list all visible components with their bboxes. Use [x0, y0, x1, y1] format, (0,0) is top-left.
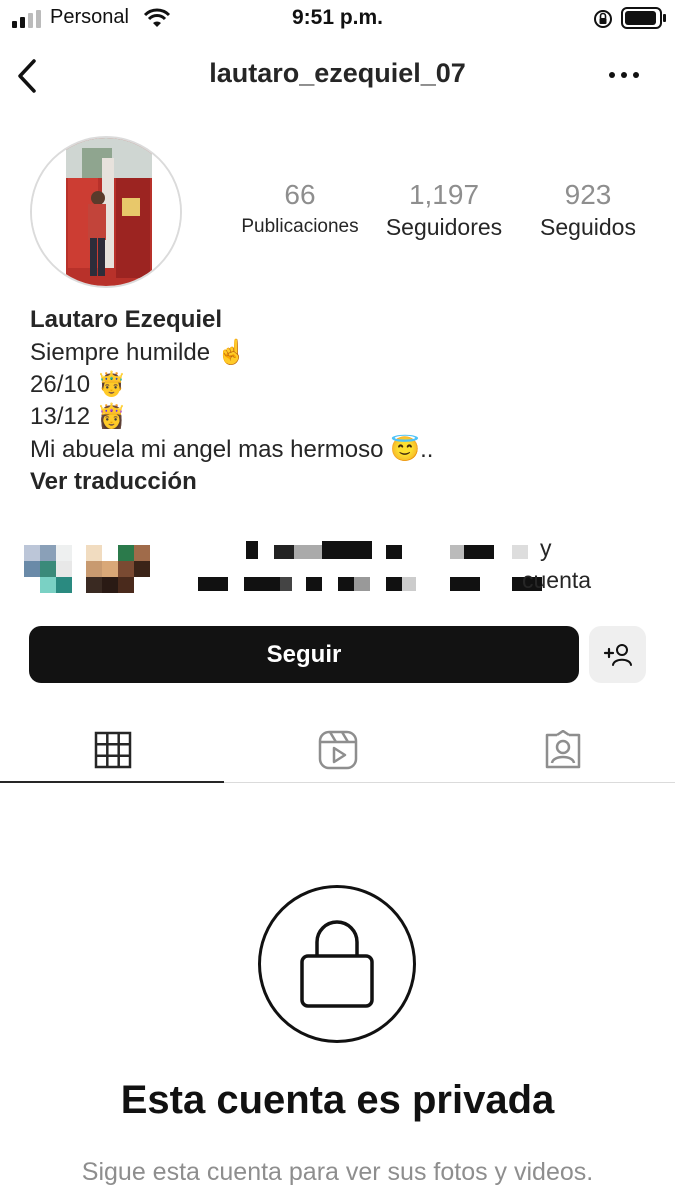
bio-line-4-suffix: ..	[420, 436, 434, 463]
bio-line-1: Siempre humilde ☝️	[30, 337, 247, 369]
followed-by-avatars[interactable]	[24, 545, 154, 593]
bio-line-4: Mi abuela mi angel mas hermoso 😇..	[30, 434, 433, 466]
private-lock-badge	[258, 885, 416, 1043]
private-account-title: Esta cuenta es privada	[120, 1078, 555, 1122]
stat-posts[interactable]: 66 Publicaciones	[230, 178, 370, 242]
tab-reels[interactable]	[225, 720, 450, 780]
stat-followers-value: 1,197	[408, 179, 480, 210]
prince-emoji: 🤴	[96, 371, 127, 398]
bio-line-2: 26/10 🤴	[30, 369, 127, 401]
princess-emoji: 👸	[96, 403, 127, 430]
followed-by-visible-2: cuenta	[522, 567, 592, 593]
followed-by-visible-1: y	[540, 535, 552, 561]
follow-button[interactable]: Seguir	[29, 626, 579, 683]
orientation-lock-icon	[594, 10, 612, 28]
avatar-photo	[32, 138, 180, 286]
profile-name: Lautaro Ezequiel	[30, 306, 223, 333]
angel-emoji: 😇	[390, 436, 421, 463]
status-bar: Personal 9:51 p.m.	[0, 0, 675, 40]
tab-active-indicator	[0, 781, 224, 783]
tab-tagged[interactable]	[450, 720, 675, 780]
avatar[interactable]	[30, 136, 182, 288]
suggested-accounts-button[interactable]	[589, 626, 646, 683]
bio-line-4-text: Mi abuela mi angel mas hermoso	[30, 436, 384, 463]
bio-line-3-text: 13/12	[30, 403, 91, 430]
private-account-subtitle: Sigue esta cuenta para ver sus fotos y v…	[81, 1158, 594, 1186]
pointing-up-emoji: ☝️	[216, 339, 247, 366]
reels-icon	[318, 730, 357, 770]
profile-username: lautaro_ezequiel_07	[209, 58, 466, 88]
followed-by-text[interactable]: y cuenta	[196, 535, 596, 597]
bio-line-2-text: 26/10	[30, 371, 91, 398]
clock: 9:51 p.m.	[291, 6, 384, 29]
bio-line-3: 13/12 👸	[30, 401, 127, 433]
stat-posts-value: 66	[284, 179, 316, 210]
lock-icon	[300, 920, 374, 1008]
battery-icon	[621, 7, 666, 29]
stat-following[interactable]: 923 Seguidos	[526, 178, 650, 242]
more-options-icon[interactable]	[608, 70, 640, 80]
tagged-person-icon	[545, 730, 580, 769]
stat-followers-label: Seguidores	[385, 214, 503, 240]
stat-posts-label: Publicaciones	[241, 216, 359, 237]
bio-line-1-text: Siempre humilde	[30, 339, 211, 366]
grid-icon	[94, 731, 131, 769]
stat-following-label: Seguidos	[540, 214, 636, 240]
stat-followers[interactable]: 1,197 Seguidores	[376, 178, 512, 242]
stat-following-value: 923	[564, 179, 612, 210]
see-translation-link[interactable]: Ver traducción	[30, 466, 197, 498]
add-person-icon	[603, 643, 632, 666]
tab-posts-grid[interactable]	[0, 720, 225, 780]
